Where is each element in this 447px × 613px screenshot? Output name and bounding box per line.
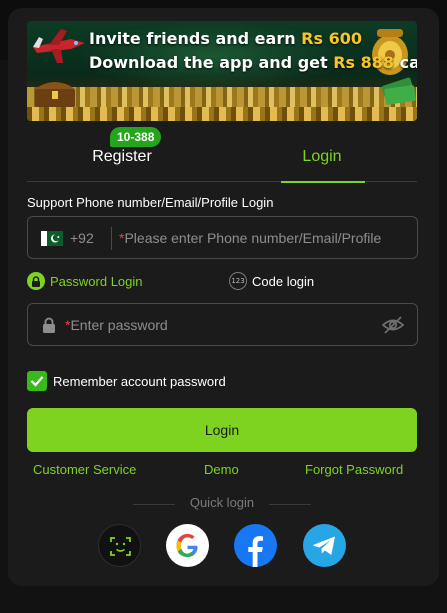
phone-placeholder: *Please enter Phone number/Email/Profile	[119, 230, 381, 246]
banner-download-prefix: Download the app and get	[89, 53, 334, 72]
banner-download-amount: Rs 888	[333, 53, 395, 72]
password-placeholder-text: Enter password	[70, 317, 168, 333]
banner-invite-prefix: Invite friends and earn	[89, 29, 302, 48]
numeric-code-icon: 123	[229, 272, 247, 290]
quick-login-divider: Quick login	[27, 495, 417, 513]
promo-banner[interactable]: Invite friends and earn Rs 600 Download …	[27, 21, 417, 121]
banner-coins-front	[27, 107, 417, 121]
quick-login-label: Quick login	[189, 495, 255, 510]
tab-login-label: Login	[302, 148, 342, 165]
tab-login[interactable]: Login	[227, 138, 417, 183]
eye-off-icon[interactable]	[381, 315, 405, 335]
active-tab-indicator	[281, 181, 365, 183]
password-login-label: Password Login	[50, 273, 143, 289]
banner-download-suffix: cash	[399, 53, 417, 72]
login-button[interactable]: Login	[27, 408, 417, 452]
banner-invite-text: Invite friends and earn Rs 600	[89, 29, 362, 48]
password-login-option[interactable]: Password Login	[27, 271, 143, 291]
checkbox-checked-icon[interactable]	[27, 371, 47, 391]
lock-icon	[43, 317, 55, 333]
remember-password-checkbox[interactable]: Remember account password	[27, 370, 226, 392]
code-login-label: Code login	[252, 273, 315, 289]
banner-download-text: Download the app and get Rs 888 cash	[89, 53, 417, 72]
divider-line-left	[133, 504, 175, 505]
telegram-login-button[interactable]	[303, 524, 346, 567]
lock-icon	[27, 272, 45, 290]
facebook-icon	[248, 536, 263, 567]
login-method-label: Support Phone number/Email/Profile Login	[27, 195, 274, 210]
pakistan-flag-icon[interactable]	[41, 231, 63, 246]
cash-icon	[381, 77, 416, 105]
phone-placeholder-text: Please enter Phone number/Email/Profile	[124, 230, 382, 246]
divider-line-right	[269, 504, 311, 505]
country-dial-code[interactable]: +92	[70, 230, 94, 246]
google-icon	[176, 534, 198, 557]
face-id-login-button[interactable]	[98, 524, 141, 567]
demo-link[interactable]: Demo	[204, 462, 239, 477]
field-divider	[111, 227, 112, 250]
treasure-chest-icon	[35, 82, 75, 107]
forgot-password-link[interactable]: Forgot Password	[305, 462, 403, 477]
banner-invite-amount: Rs 600	[301, 29, 362, 48]
face-id-icon	[110, 537, 131, 556]
check-icon	[30, 376, 44, 387]
code-login-option[interactable]: 123 Code login	[229, 271, 314, 291]
password-placeholder: *Enter password	[65, 317, 168, 333]
auth-tabs: Register Login	[27, 138, 417, 183]
customer-service-link[interactable]: Customer Service	[33, 462, 136, 477]
phone-email-field[interactable]: +92 *Please enter Phone number/Email/Pro…	[27, 216, 418, 259]
google-login-button[interactable]	[166, 524, 209, 567]
telegram-icon	[313, 536, 335, 555]
facebook-login-button[interactable]	[234, 524, 277, 567]
airplane-icon	[33, 29, 85, 63]
register-bonus-badge: 10-388	[110, 127, 162, 147]
helper-links: Customer Service Demo Forgot Password	[27, 462, 417, 480]
lock-glyph	[32, 275, 40, 287]
tab-register-label: Register	[92, 148, 152, 165]
remember-password-label: Remember account password	[53, 373, 226, 389]
password-field[interactable]: *Enter password	[27, 303, 418, 346]
